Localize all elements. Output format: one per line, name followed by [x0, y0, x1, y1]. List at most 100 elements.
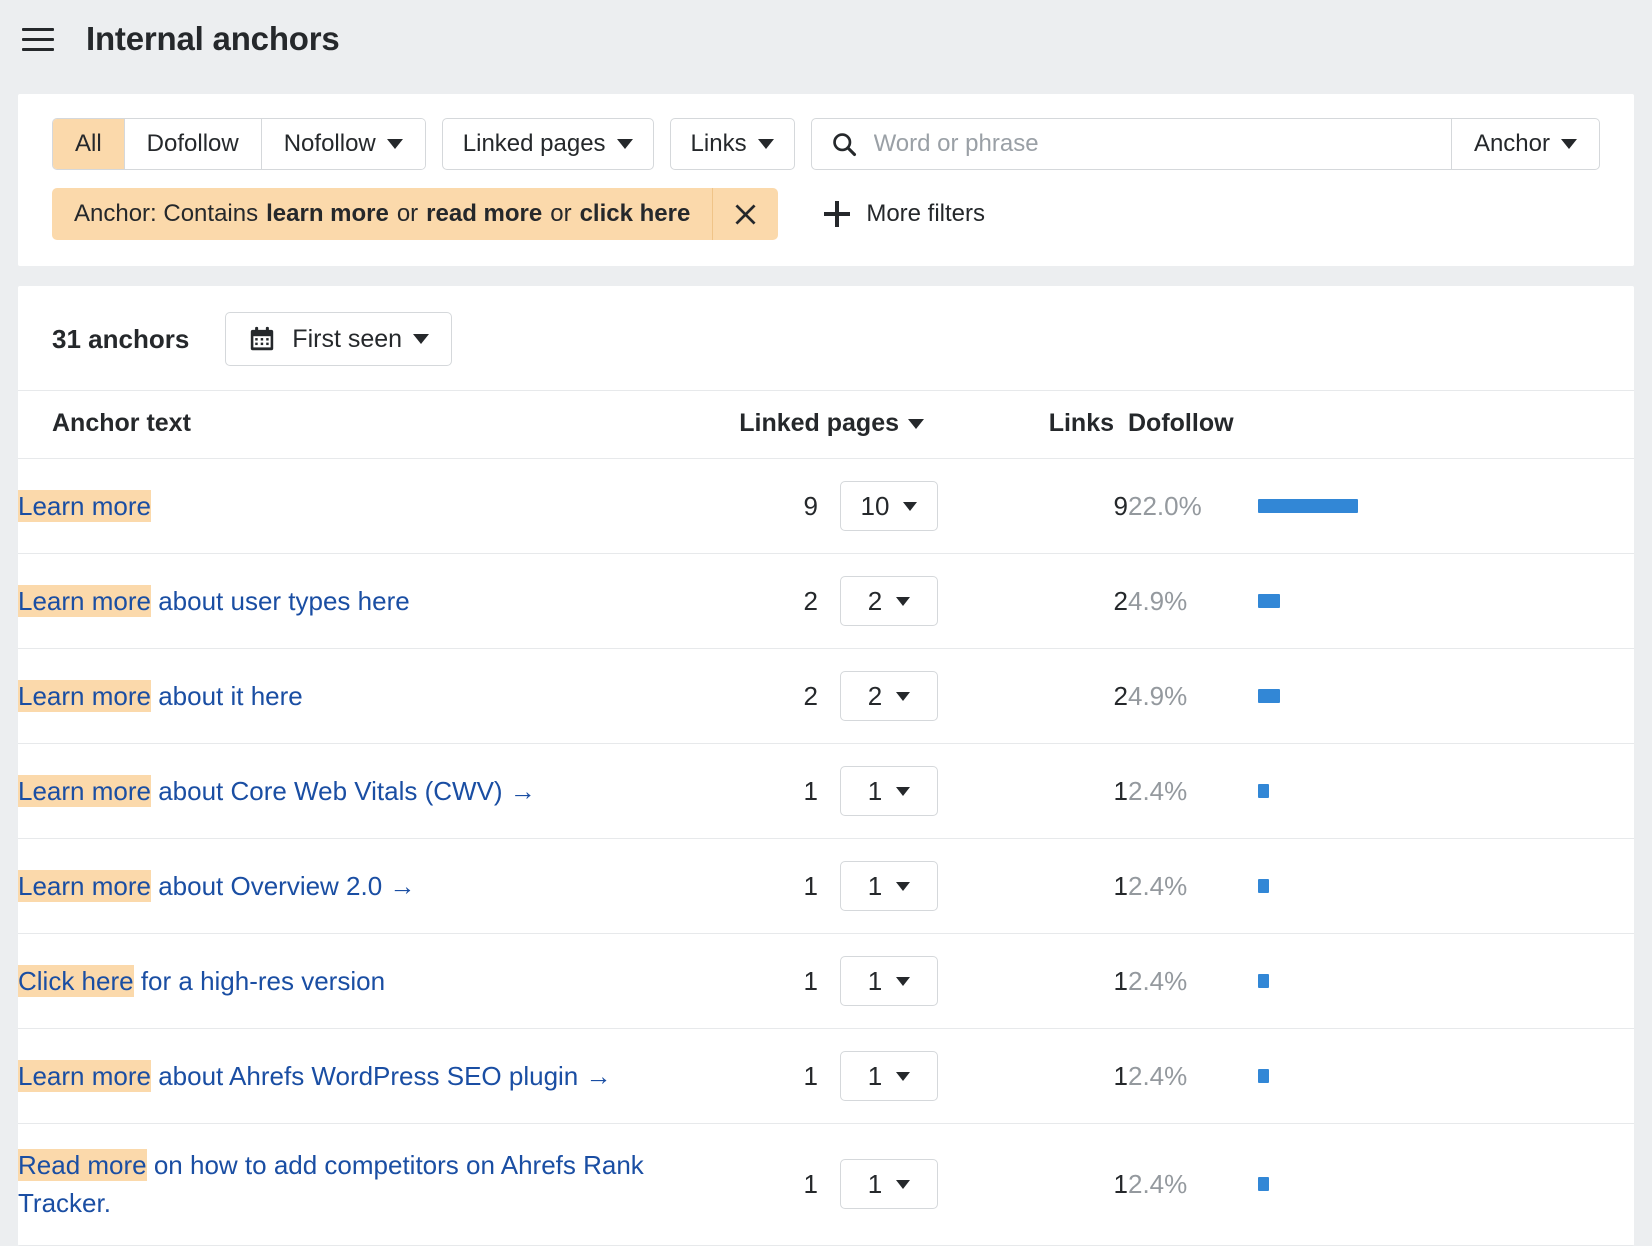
links-count: 9: [1114, 491, 1128, 521]
anchor-text-link[interactable]: Click here for a high-res version: [18, 965, 385, 997]
filter-linked-pages-dropdown[interactable]: Linked pages: [442, 118, 654, 170]
cell-anchor-text: Click here for a high-res version: [18, 934, 698, 1029]
links-expand-dropdown[interactable]: 1: [840, 1051, 938, 1101]
dofollow-bar: [1258, 689, 1280, 703]
search-box[interactable]: [811, 118, 1452, 170]
linked-pages-count: 1: [804, 776, 818, 807]
filter-tab-nofollow[interactable]: Nofollow: [262, 119, 425, 169]
links-count: 2: [1114, 681, 1128, 711]
anchor-highlight-match: Learn more: [18, 1060, 151, 1092]
cell-anchor-text: Learn more about Overview 2.0 →: [18, 839, 698, 934]
links-count: 1: [1114, 966, 1128, 996]
links-expand-dropdown[interactable]: 1: [840, 1159, 938, 1209]
hamburger-menu-icon[interactable]: [18, 19, 58, 59]
anchor-text-link[interactable]: Learn more about it here: [18, 680, 303, 712]
more-filters-button[interactable]: More filters: [824, 200, 985, 228]
cell-dofollow-bar: [1258, 649, 1634, 744]
anchors-count-label: 31 anchors: [52, 324, 189, 355]
linked-pages-count: 9: [804, 491, 818, 522]
dofollow-percent-value: 4.9%: [1128, 681, 1187, 711]
table-toolbar: 31 anchors: [18, 286, 1634, 390]
column-header-dofollow-label: Dofollow: [1128, 409, 1234, 437]
links-expand-dropdown[interactable]: 1: [840, 766, 938, 816]
dofollow-percent-value: 2.4%: [1128, 871, 1187, 901]
filter-panel: All Dofollow Nofollow Linked pages Links: [18, 94, 1634, 266]
anchor-highlight-match: Learn more: [18, 775, 151, 807]
anchor-text-link[interactable]: Learn more: [18, 490, 151, 522]
page-title: Internal anchors: [86, 20, 340, 58]
cell-dofollow-percent: 4.9%: [1128, 649, 1258, 744]
search-input[interactable]: [872, 129, 1451, 159]
links-count: 1: [1114, 1061, 1128, 1091]
cell-anchor-text: Read more on how to add competitors on A…: [18, 1124, 698, 1246]
cell-dofollow-percent: 2.4%: [1128, 1124, 1258, 1246]
dofollow-bar: [1258, 594, 1280, 608]
plus-icon: [824, 201, 850, 227]
links-expand-dropdown[interactable]: 2: [840, 671, 938, 721]
column-header-dofollow[interactable]: Dofollow: [1128, 391, 1258, 459]
cell-linked-pages: 11: [698, 744, 938, 839]
filter-tab-all-label: All: [75, 130, 102, 158]
links-expand-dropdown[interactable]: 2: [840, 576, 938, 626]
remove-filter-button[interactable]: [712, 188, 778, 240]
filter-links-dropdown[interactable]: Links: [670, 118, 795, 170]
table-row: Learn more910922.0%: [18, 459, 1634, 554]
column-header-links[interactable]: Links: [938, 391, 1128, 459]
filter-tab-dofollow[interactable]: Dofollow: [125, 119, 262, 169]
first-seen-dropdown[interactable]: First seen: [225, 312, 452, 366]
anchor-text-remainder: about it here: [151, 681, 303, 711]
filter-links-label: Links: [691, 130, 747, 158]
table-row: Learn more about user types here2224.9%: [18, 554, 1634, 649]
dofollow-bar: [1258, 499, 1358, 513]
first-seen-label: First seen: [292, 325, 402, 354]
cell-dofollow-bar: [1258, 1029, 1634, 1124]
dofollow-percent-value: 2.4%: [1128, 1061, 1187, 1091]
cell-dofollow-bar: [1258, 839, 1634, 934]
anchor-highlight-match: Read more: [18, 1149, 147, 1181]
linked-pages-count: 1: [804, 1061, 818, 1092]
links-expand-dropdown[interactable]: 1: [840, 956, 938, 1006]
applied-filter-chip: Anchor: Contains learn more or read more…: [52, 188, 778, 240]
links-count: 1: [1114, 776, 1128, 806]
anchor-text-link[interactable]: Learn more about Ahrefs WordPress SEO pl…: [18, 1060, 612, 1092]
anchor-text-remainder: about Ahrefs WordPress SEO plugin →: [151, 1061, 612, 1091]
cell-dofollow-percent: 2.4%: [1128, 839, 1258, 934]
cell-dofollow-percent: 2.4%: [1128, 934, 1258, 1029]
dofollow-bar: [1258, 974, 1269, 988]
chevron-down-icon: [617, 139, 633, 149]
filter-tab-all[interactable]: All: [53, 119, 125, 169]
column-header-dofollow-bar: [1258, 391, 1634, 459]
top-bar: Internal anchors: [0, 0, 1652, 78]
anchor-text-link[interactable]: Learn more about user types here: [18, 585, 410, 617]
anchor-highlight-match: Learn more: [18, 870, 151, 902]
chevron-down-icon: [896, 1072, 910, 1081]
applied-filter-term-1: learn more: [266, 200, 389, 228]
links-expand-dropdown[interactable]: 10: [840, 481, 938, 531]
cell-anchor-text: Learn more about Core Web Vitals (CWV) →: [18, 744, 698, 839]
cell-dofollow-bar: [1258, 554, 1634, 649]
chevron-down-icon: [1561, 139, 1577, 149]
chevron-down-icon: [387, 139, 403, 149]
column-header-anchor-text-label: Anchor text: [52, 409, 191, 437]
search-scope-label: Anchor: [1474, 130, 1550, 158]
anchor-text-link[interactable]: Learn more about Overview 2.0 →: [18, 870, 415, 902]
column-header-anchor-text[interactable]: Anchor text: [18, 391, 698, 459]
anchor-highlight-match: Learn more: [18, 680, 151, 712]
anchor-highlight-match: Click here: [18, 965, 134, 997]
cell-dofollow-percent: 2.4%: [1128, 1029, 1258, 1124]
sort-descending-icon: [908, 419, 924, 429]
cell-dofollow-bar: [1258, 934, 1634, 1029]
anchor-text-link[interactable]: Learn more about Core Web Vitals (CWV) →: [18, 775, 536, 807]
search-scope-dropdown[interactable]: Anchor: [1452, 118, 1600, 170]
links-expand-dropdown-value: 2: [868, 586, 882, 617]
chevron-down-icon: [896, 692, 910, 701]
table-row: Click here for a high-res version1112.4%: [18, 934, 1634, 1029]
table-body: Learn more910922.0%Learn more about user…: [18, 459, 1634, 1246]
links-expand-dropdown[interactable]: 1: [840, 861, 938, 911]
links-count: 1: [1114, 1169, 1128, 1199]
anchor-text-link[interactable]: Read more on how to add competitors on A…: [18, 1149, 644, 1218]
cell-links: 2: [938, 554, 1128, 649]
column-header-linked-pages[interactable]: Linked pages: [698, 391, 938, 459]
cell-linked-pages: 22: [698, 554, 938, 649]
cell-anchor-text: Learn more about user types here: [18, 554, 698, 649]
